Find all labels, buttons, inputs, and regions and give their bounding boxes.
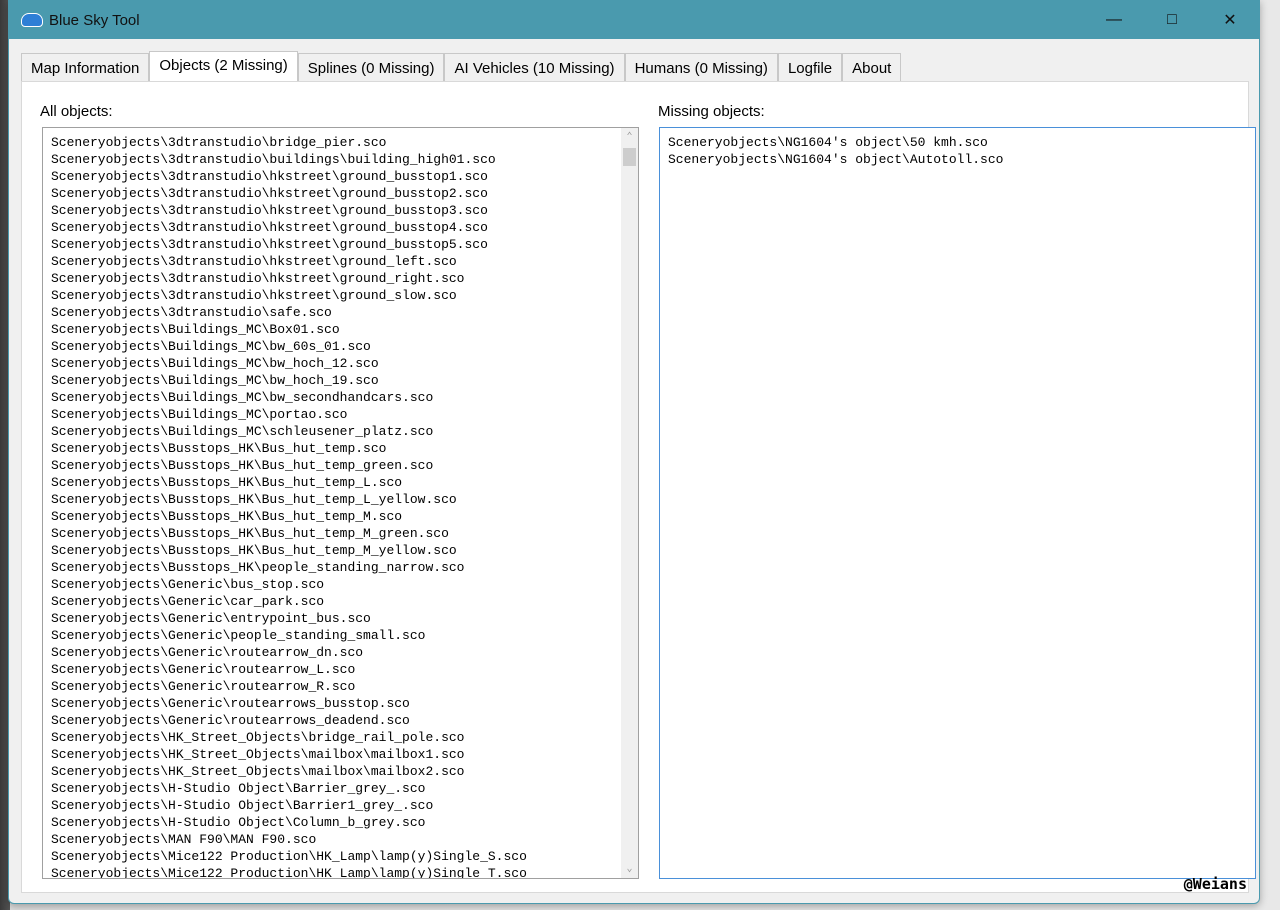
list-item[interactable]: Sceneryobjects\Busstops_HK\Bus_hut_temp_…	[43, 508, 638, 525]
list-item[interactable]: Sceneryobjects\Buildings_MC\bw_hoch_19.s…	[43, 372, 638, 389]
list-item[interactable]: Sceneryobjects\3dtranstudio\hkstreet\gro…	[43, 185, 638, 202]
scrollbar[interactable]: ⌃ ⌄	[621, 128, 638, 878]
list-item[interactable]: Sceneryobjects\HK_Street_Objects\mailbox…	[43, 746, 638, 763]
maximize-button[interactable]: □	[1143, 1, 1201, 39]
list-item[interactable]: Sceneryobjects\Busstops_HK\Bus_hut_temp_…	[43, 474, 638, 491]
list-item[interactable]: Sceneryobjects\H-Studio Object\Barrier1_…	[43, 797, 638, 814]
minimize-button[interactable]: —	[1085, 1, 1143, 39]
list-item[interactable]: Sceneryobjects\3dtranstudio\hkstreet\gro…	[43, 287, 638, 304]
list-item[interactable]: Sceneryobjects\3dtranstudio\hkstreet\gro…	[43, 270, 638, 287]
tab-objects[interactable]: Objects (2 Missing)	[149, 51, 298, 84]
list-item[interactable]: Sceneryobjects\3dtranstudio\hkstreet\gro…	[43, 219, 638, 236]
cloud-app-icon	[21, 13, 43, 27]
list-item[interactable]: Sceneryobjects\Buildings_MC\bw_60s_01.sc…	[43, 338, 638, 355]
scrollbar-thumb[interactable]	[623, 148, 636, 166]
list-item[interactable]: Sceneryobjects\3dtranstudio\bridge_pier.…	[43, 134, 638, 151]
close-button[interactable]: ✕	[1201, 1, 1259, 39]
list-item[interactable]: Sceneryobjects\H-Studio Object\Column_b_…	[43, 814, 638, 831]
all-objects-list[interactable]: Sceneryobjects\3dtranstudio\bridge_pier.…	[42, 127, 639, 879]
list-item[interactable]: Sceneryobjects\Generic\routearrows_deade…	[43, 712, 638, 729]
list-item[interactable]: Sceneryobjects\3dtranstudio\safe.sco	[43, 304, 638, 321]
tab-ai-vehicles[interactable]: AI Vehicles (10 Missing)	[444, 53, 625, 82]
list-item[interactable]: Sceneryobjects\3dtranstudio\buildings\bu…	[43, 151, 638, 168]
list-item[interactable]: Sceneryobjects\Busstops_HK\Bus_hut_temp_…	[43, 542, 638, 559]
list-item[interactable]: Sceneryobjects\Busstops_HK\Bus_hut_temp.…	[43, 440, 638, 457]
list-item[interactable]: Sceneryobjects\Generic\routearrow_dn.sco	[43, 644, 638, 661]
list-item[interactable]: Sceneryobjects\Generic\entrypoint_bus.sc…	[43, 610, 638, 627]
app-window: Blue Sky Tool — □ ✕ Map Information Obje…	[8, 0, 1260, 904]
list-item[interactable]: Sceneryobjects\NG1604's object\Autotoll.…	[660, 151, 1255, 168]
list-item[interactable]: Sceneryobjects\3dtranstudio\hkstreet\gro…	[43, 168, 638, 185]
list-item[interactable]: Sceneryobjects\Generic\car_park.sco	[43, 593, 638, 610]
tab-splines[interactable]: Splines (0 Missing)	[297, 53, 445, 82]
list-item[interactable]: Sceneryobjects\Generic\bus_stop.sco	[43, 576, 638, 593]
list-item[interactable]: Sceneryobjects\Busstops_HK\Bus_hut_temp_…	[43, 457, 638, 474]
missing-objects-list[interactable]: Sceneryobjects\NG1604's object\50 kmh.sc…	[659, 127, 1256, 879]
list-item[interactable]: Sceneryobjects\Buildings_MC\bw_hoch_12.s…	[43, 355, 638, 372]
scroll-down-arrow-icon[interactable]: ⌄	[621, 863, 638, 875]
list-item[interactable]: Sceneryobjects\HK_Street_Objects\mailbox…	[43, 763, 638, 780]
list-item[interactable]: Sceneryobjects\Buildings_MC\schleusener_…	[43, 423, 638, 440]
list-item[interactable]: Sceneryobjects\Generic\routearrow_R.sco	[43, 678, 638, 695]
scroll-up-arrow-icon[interactable]: ⌃	[621, 131, 638, 143]
tab-map-information[interactable]: Map Information	[21, 53, 150, 82]
title-bar[interactable]: Blue Sky Tool — □ ✕	[9, 1, 1259, 39]
list-item[interactable]: Sceneryobjects\3dtranstudio\hkstreet\gro…	[43, 236, 638, 253]
list-item[interactable]: Sceneryobjects\Busstops_HK\people_standi…	[43, 559, 638, 576]
list-item[interactable]: Sceneryobjects\Busstops_HK\Bus_hut_temp_…	[43, 525, 638, 542]
missing-objects-label: Missing objects:	[658, 103, 765, 120]
list-item[interactable]: Sceneryobjects\H-Studio Object\Barrier_g…	[43, 780, 638, 797]
list-item[interactable]: Sceneryobjects\Mice122 Production\HK_Lam…	[43, 848, 638, 865]
window-title: Blue Sky Tool	[49, 11, 140, 29]
list-item[interactable]: Sceneryobjects\Busstops_HK\Bus_hut_temp_…	[43, 491, 638, 508]
tab-about[interactable]: About	[842, 53, 902, 82]
list-item[interactable]: Sceneryobjects\Generic\routearrow_L.sco	[43, 661, 638, 678]
tab-bar: Map Information Objects (2 Missing) Spli…	[21, 51, 902, 84]
all-objects-label: All objects:	[40, 103, 113, 120]
list-item[interactable]: Sceneryobjects\Buildings_MC\bw_secondhan…	[43, 389, 638, 406]
list-item[interactable]: Sceneryobjects\3dtranstudio\hkstreet\gro…	[43, 253, 638, 270]
objects-panel: All objects: Missing objects: Sceneryobj…	[21, 81, 1256, 893]
list-item[interactable]: Sceneryobjects\Mice122 Production\HK_Lam…	[43, 865, 638, 878]
tab-logfile[interactable]: Logfile	[777, 53, 843, 82]
list-item[interactable]: Sceneryobjects\Buildings_MC\portao.sco	[43, 406, 638, 423]
watermark: @Weians	[1183, 875, 1247, 893]
list-item[interactable]: Sceneryobjects\Generic\people_standing_s…	[43, 627, 638, 644]
list-item[interactable]: Sceneryobjects\Buildings_MC\Box01.sco	[43, 321, 638, 338]
list-item[interactable]: Sceneryobjects\MAN F90\MAN F90.sco	[43, 831, 638, 848]
list-item[interactable]: Sceneryobjects\3dtranstudio\hkstreet\gro…	[43, 202, 638, 219]
list-item[interactable]: Sceneryobjects\HK_Street_Objects\bridge_…	[43, 729, 638, 746]
list-item[interactable]: Sceneryobjects\Generic\routearrows_busst…	[43, 695, 638, 712]
tab-humans[interactable]: Humans (0 Missing)	[624, 53, 778, 82]
list-item[interactable]: Sceneryobjects\NG1604's object\50 kmh.sc…	[660, 134, 1255, 151]
